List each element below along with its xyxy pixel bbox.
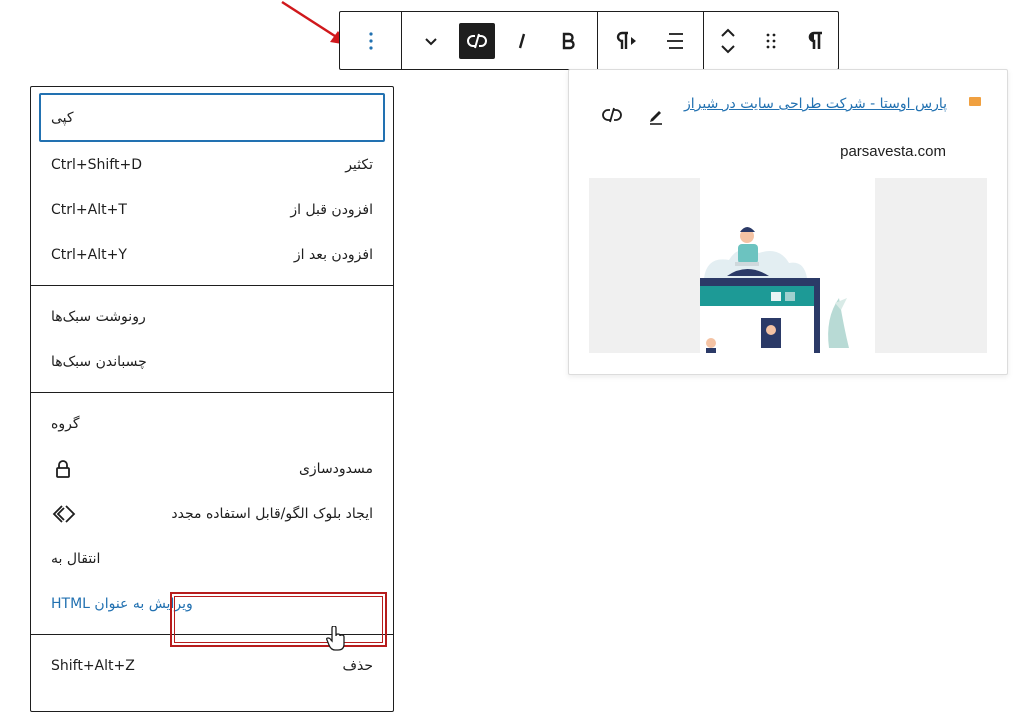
menu-item-label: مسدودسازی	[298, 460, 373, 477]
italic-button[interactable]	[504, 23, 540, 59]
menu-item-insert-before[interactable]: افزودن قبل از Ctrl+Alt+T	[39, 187, 385, 232]
paragraph-icon	[808, 31, 822, 49]
menu-section-edit: کپی تکثیر Ctrl+Shift+D افزودن قبل از Ctr…	[31, 87, 393, 285]
preview-unlink-button[interactable]	[597, 100, 627, 130]
menu-item-group[interactable]: گروه	[39, 401, 385, 446]
reusable-block-icon	[51, 502, 77, 526]
menu-item-label: افزودن قبل از	[290, 201, 373, 218]
drag-handle-icon	[766, 33, 776, 48]
unlink-icon	[602, 107, 622, 123]
link-preview-image	[589, 178, 987, 353]
unlink-icon	[466, 33, 487, 48]
toolbar-group-formatting	[401, 12, 597, 69]
lock-icon	[51, 457, 75, 481]
toolbar-group-block	[703, 12, 838, 69]
block-options-menu: کپی تکثیر Ctrl+Shift+D افزودن قبل از Ctr…	[30, 86, 394, 712]
site-favicon-icon	[969, 97, 981, 106]
menu-section-styles: رونوشت سبک‌ها چسباندن سبک‌ها	[31, 285, 393, 392]
italic-icon	[519, 33, 526, 48]
menu-item-lock[interactable]: مسدودسازی	[39, 446, 385, 491]
menu-item-label: حذف	[342, 657, 373, 674]
hand-cursor-icon	[326, 626, 345, 651]
align-icon	[666, 32, 683, 49]
menu-item-copy-styles[interactable]: رونوشت سبک‌ها	[39, 294, 385, 339]
menu-item-shortcut: Ctrl+Alt+Y	[51, 246, 127, 263]
toolbar-group-options	[340, 12, 401, 69]
block-type-button[interactable]	[797, 23, 833, 59]
menu-item-duplicate[interactable]: تکثیر Ctrl+Shift+D	[39, 142, 385, 187]
menu-item-move-to[interactable]: انتقال به	[39, 536, 385, 581]
menu-item-label: افزودن بعد از	[293, 246, 373, 263]
more-formatting-button[interactable]	[413, 23, 449, 59]
chevron-down-icon	[425, 37, 438, 45]
menu-item-shortcut: Shift+Alt+Z	[51, 657, 135, 674]
menu-section-block: گروه مسدودسازی ایجاد بلوک الگو/قابل استف…	[31, 392, 393, 634]
link-preview-domain: parsavesta.com	[840, 143, 946, 160]
paragraph-rtl-icon	[617, 31, 637, 49]
menu-item-copy[interactable]: کپی	[39, 93, 385, 142]
unlink-button[interactable]	[458, 22, 495, 59]
pencil-icon	[650, 111, 662, 125]
menu-item-label: ویرایش به عنوان HTML	[51, 595, 193, 612]
bold-icon	[562, 32, 575, 49]
menu-item-paste-styles[interactable]: چسباندن سبک‌ها	[39, 339, 385, 384]
menu-item-label: تکثیر	[345, 156, 373, 173]
menu-item-label: ایجاد بلوک الگو/قابل استفاده مجدد	[171, 505, 373, 522]
move-up-down-button[interactable]	[710, 23, 746, 59]
menu-item-label: رونوشت سبک‌ها	[51, 308, 146, 325]
menu-item-label: چسباندن سبک‌ها	[51, 353, 147, 370]
menu-item-create-reusable[interactable]: ایجاد بلوک الگو/قابل استفاده مجدد	[39, 491, 385, 536]
link-preview-popover: پارس اوستا - شرکت طراحی سایت در شیراز pa…	[568, 69, 1008, 375]
drag-handle-button[interactable]	[753, 23, 789, 59]
menu-item-insert-after[interactable]: افزودن بعد از Ctrl+Alt+Y	[39, 232, 385, 277]
toolbar-group-direction	[597, 12, 703, 69]
text-direction-button[interactable]	[608, 23, 644, 59]
align-button[interactable]	[657, 23, 693, 59]
more-options-button[interactable]	[353, 23, 389, 59]
link-preview-title[interactable]: پارس اوستا - شرکت طراحی سایت در شیراز	[677, 92, 947, 116]
menu-item-edit-as-html[interactable]: ویرایش به عنوان HTML	[39, 581, 385, 626]
menu-item-shortcut: Ctrl+Shift+D	[51, 156, 142, 173]
more-options-icon	[368, 31, 373, 50]
illustration-image	[589, 178, 987, 353]
menu-item-label: انتقال به	[51, 550, 101, 567]
move-up-down-icon	[720, 28, 735, 53]
block-toolbar	[339, 11, 839, 70]
menu-item-label: کپی	[51, 109, 74, 126]
menu-item-shortcut: Ctrl+Alt+T	[51, 201, 127, 218]
bold-button[interactable]	[550, 23, 586, 59]
preview-edit-button[interactable]	[641, 100, 671, 130]
menu-item-label: گروه	[51, 415, 80, 432]
